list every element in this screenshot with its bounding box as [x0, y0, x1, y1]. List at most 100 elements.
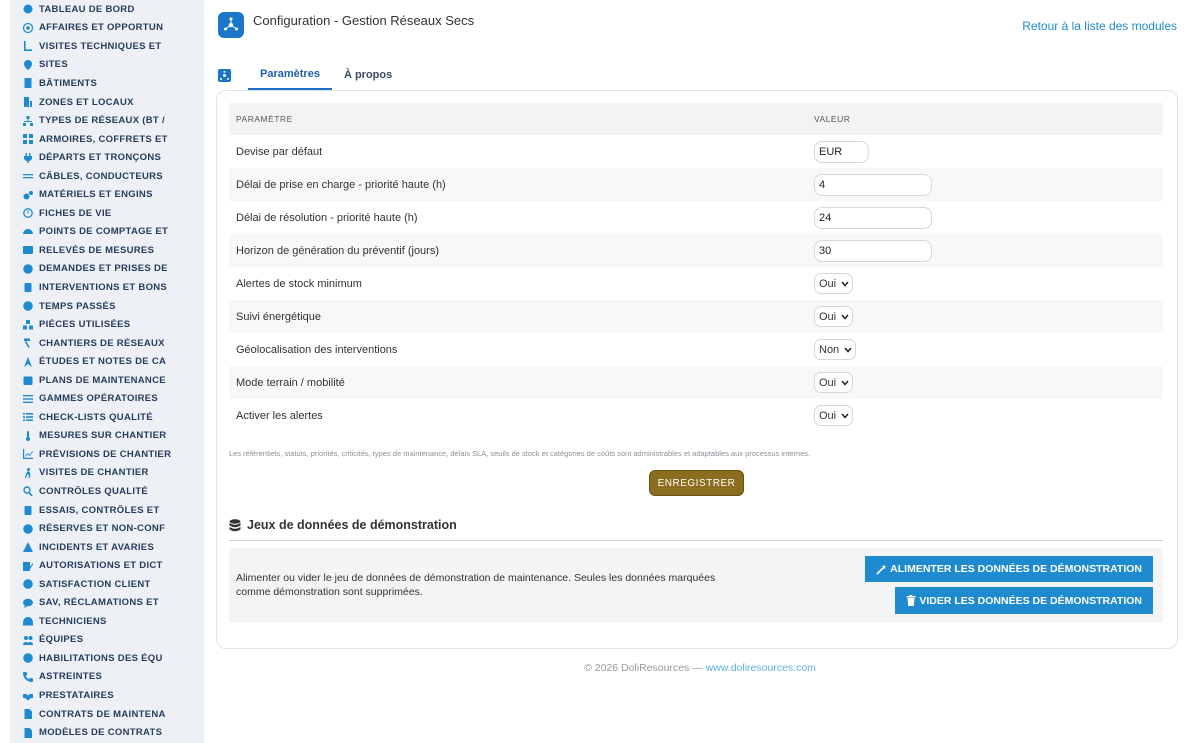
sidebar-item[interactable]: MATÉRIELS ET ENGINS — [10, 185, 204, 204]
footer: © 2026 DoliResources — www.doliresources… — [218, 662, 1182, 674]
sidebar-item[interactable]: CONTRATS DE MAINTENA — [10, 705, 204, 724]
sidebar-item-label: AFFAIRES ET OPPORTUN — [39, 22, 164, 34]
sidebar-item[interactable]: PLANS DE MAINTENANCE — [10, 371, 204, 390]
app-icon — [218, 12, 244, 38]
tab-bar: Paramètres À propos — [218, 60, 404, 90]
parameter-input[interactable] — [814, 206, 932, 229]
tab-a-propos[interactable]: À propos — [332, 60, 404, 90]
sidebar-item[interactable]: TABLEAU DE BORD — [10, 0, 204, 19]
sidebar-item[interactable]: GAMMES OPÉRATOIRES — [10, 389, 204, 408]
phone-icon — [22, 671, 34, 683]
grid-icon — [22, 133, 34, 145]
table-row: Horizon de génération du préventif (jour… — [229, 234, 1163, 267]
network-icon — [22, 115, 34, 127]
parameter-select[interactable]: Oui — [814, 405, 854, 426]
sidebar-item[interactable]: ESSAIS, CONTRÔLES ET — [10, 501, 204, 520]
sidebar-item[interactable]: FICHES DE VIE — [10, 204, 204, 223]
sidebar-item[interactable]: CHECK-LISTS QUALITÉ — [10, 408, 204, 427]
sidebar-item[interactable]: AFFAIRES ET OPPORTUN — [10, 19, 204, 38]
comment-icon — [22, 597, 34, 609]
back-to-modules-link[interactable]: Retour à la liste des modules — [1022, 19, 1177, 33]
sidebar-item-label: TABLEAU DE BORD — [39, 3, 135, 15]
footer-copyright: © 2026 DoliResources — — [584, 662, 706, 674]
sidebar-item[interactable]: TECHNICIENS — [10, 612, 204, 631]
sidebar-item-label: PLANS DE MAINTENANCE — [39, 374, 166, 386]
parameter-select[interactable]: Oui — [814, 306, 854, 327]
certificate-icon — [22, 652, 34, 664]
parameter-input[interactable] — [814, 173, 932, 196]
building-icon — [22, 77, 34, 89]
sidebar-item[interactable]: VISITES DE CHANTIER — [10, 464, 204, 483]
sidebar-item[interactable]: VISITES TECHNIQUES ET — [10, 37, 204, 56]
sidebar-item-label: ARMOIRES, COFFRETS ET — [39, 133, 168, 145]
sidebar-item[interactable]: CONTRÔLES QUALITÉ — [10, 482, 204, 501]
parameter-value-cell — [809, 140, 869, 163]
sidebar-item[interactable]: ÉQUIPES — [10, 631, 204, 650]
sidebar-item[interactable]: RÉSERVES ET NON-CONF — [10, 519, 204, 538]
sidebar-item[interactable]: TEMPS PASSÉS — [10, 297, 204, 316]
sidebar-item[interactable]: PIÈCES UTILISÉES — [10, 315, 204, 334]
tab-parametres[interactable]: Paramètres — [248, 60, 332, 90]
settings-card: PARAMÈTRE VALEUR Devise par défaut Délai … — [216, 90, 1178, 649]
module-tab-icon[interactable] — [218, 60, 236, 90]
trash-icon — [906, 595, 916, 606]
sidebar-item[interactable]: AUTORISATIONS ET DICT — [10, 556, 204, 575]
sidebar-item[interactable]: CHANTIERS DE RÉSEAUX — [10, 334, 204, 353]
sidebar-item-label: BÂTIMENTS — [39, 77, 98, 89]
table-row: Suivi énergétique Oui — [229, 300, 1163, 333]
parameter-value-cell: Oui — [809, 405, 854, 426]
sidebar-item[interactable]: POINTS DE COMPTAGE ET — [10, 223, 204, 242]
parameter-input[interactable] — [814, 140, 869, 163]
parameter-select[interactable]: Oui — [814, 372, 854, 393]
search-icon — [22, 485, 34, 497]
sidebar-item[interactable]: PRESTATAIRES — [10, 686, 204, 705]
sidebar-item[interactable]: TYPES DE RÉSEAUX (BT / — [10, 111, 204, 130]
sidebar-item[interactable]: ASTREINTES — [10, 668, 204, 687]
clipboard-icon — [22, 281, 34, 293]
sidebar-item-label: PRÉVISIONS DE CHANTIER — [39, 448, 172, 460]
sidebar-item[interactable]: SITES — [10, 56, 204, 75]
sidebar-item-label: RÉSERVES ET NON-CONF — [39, 523, 166, 535]
sidebar-item[interactable]: INTERVENTIONS ET BONS — [10, 278, 204, 297]
sidebar-item[interactable]: INCIDENTS ET AVARIES — [10, 538, 204, 557]
sidebar-item[interactable]: ARMOIRES, COFFRETS ET — [10, 130, 204, 149]
sidebar-item-label: CONTRATS DE MAINTENA — [39, 708, 166, 720]
parameter-value-cell: Non — [809, 339, 857, 360]
parameter-select[interactable]: Non — [814, 339, 857, 360]
feed-demo-data-button[interactable]: ALIMENTER LES DONNÉES DE DÉMONSTRATION — [865, 556, 1153, 582]
parameter-select[interactable]: Oui — [814, 273, 854, 294]
exclamation-icon — [22, 523, 34, 535]
parameter-value-cell: Oui — [809, 306, 854, 327]
database-icon — [229, 518, 241, 531]
file-contract-icon — [22, 708, 34, 720]
clear-demo-data-button[interactable]: VIDER LES DONNÉES DE DÉMONSTRATION — [895, 587, 1153, 614]
sidebar-item[interactable]: MODÈLES DE CONTRATS — [10, 723, 204, 742]
sidebar-item[interactable]: SAV, RÉCLAMATIONS ET — [10, 594, 204, 613]
calendar-icon — [22, 374, 34, 386]
lines-icon — [22, 170, 34, 182]
sidebar-item-label: SITES — [39, 59, 68, 71]
sidebar-item[interactable]: MESURES SUR CHANTIER — [10, 427, 204, 446]
sidebar-item[interactable]: BÂTIMENTS — [10, 74, 204, 93]
sidebar-item-label: ÉTUDES ET NOTES DE CA — [39, 356, 167, 368]
save-button[interactable]: ENREGISTRER — [649, 470, 744, 496]
sidebar-item[interactable]: RELEVÉS DE MESURES — [10, 241, 204, 260]
sidebar-item[interactable]: SATISFACTION CLIENT — [10, 575, 204, 594]
clipboard-check-icon — [22, 504, 34, 516]
list-icon — [22, 393, 34, 405]
sidebar-item[interactable]: HABILITATIONS DES ÉQU — [10, 649, 204, 668]
parameter-label: Délai de prise en charge - priorité haut… — [236, 178, 446, 191]
parameter-input[interactable] — [814, 239, 932, 262]
map-pin-icon — [22, 59, 34, 71]
sidebar-item[interactable]: PRÉVISIONS DE CHANTIER — [10, 445, 204, 464]
sidebar-item[interactable]: CÂBLES, CONDUCTEURS — [10, 167, 204, 186]
sidebar-item[interactable]: DÉPARTS ET TRONÇONS — [10, 148, 204, 167]
sidebar-item[interactable]: ZONES ET LOCAUX — [10, 93, 204, 112]
sidebar-item[interactable]: DEMANDES ET PRISES DE — [10, 260, 204, 279]
sidebar-item[interactable]: ÉTUDES ET NOTES DE CA — [10, 352, 204, 371]
walking-icon — [22, 467, 34, 479]
parameter-label: Devise par défaut — [236, 145, 323, 158]
main-content: Configuration - Gestion Réseaux Secs Ret… — [216, 0, 1182, 743]
footer-website-link[interactable]: www.doliresources.com — [706, 662, 816, 674]
target-icon — [22, 22, 34, 34]
